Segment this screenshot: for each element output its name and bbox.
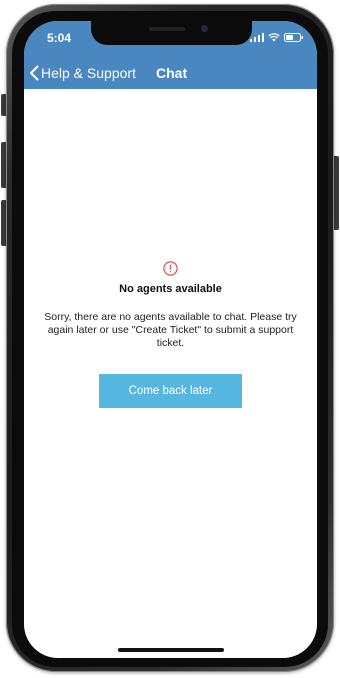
notch [91, 21, 252, 45]
wifi-icon [268, 32, 280, 41]
device-mockup: 5:04 Help & Support Chat No agents avail… [0, 0, 340, 678]
home-indicator[interactable] [118, 648, 224, 652]
empty-state-title: No agents available [119, 283, 222, 295]
status-icons [250, 32, 304, 42]
front-camera [201, 25, 208, 32]
back-button[interactable]: Help & Support [29, 61, 136, 85]
empty-state-message: Sorry, there are no agents available to … [44, 311, 297, 350]
empty-state: No agents available Sorry, there are no … [24, 261, 317, 409]
back-button-label: Help & Support [41, 65, 136, 81]
app-screen: 5:04 Help & Support Chat No agents avail… [24, 21, 317, 658]
status-time: 5:04 [47, 31, 72, 45]
come-back-later-button[interactable]: Come back later [99, 374, 242, 409]
chevron-left-icon [30, 65, 39, 81]
cellular-signal-icon [250, 32, 264, 42]
navigation-bar: Help & Support Chat [24, 59, 317, 89]
battery-icon [284, 32, 303, 42]
page-title: Chat [156, 65, 188, 81]
alert-circle-icon [163, 261, 178, 276]
earpiece-speaker [149, 27, 185, 31]
